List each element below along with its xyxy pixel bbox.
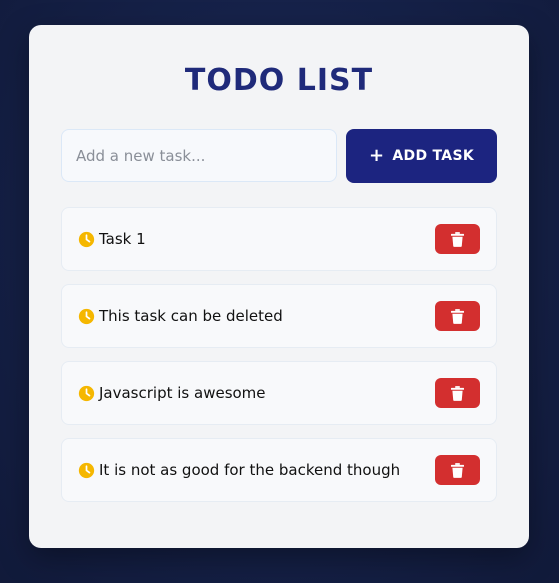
page-title: TODO LIST (184, 63, 374, 98)
trash-icon (451, 231, 464, 247)
task-item: Task 1 (61, 207, 497, 271)
trash-icon (451, 462, 464, 478)
trash-icon (451, 385, 464, 401)
delete-task-button[interactable] (435, 224, 480, 254)
task-list: Task 1 This task can be deleted Javascri… (61, 207, 497, 515)
new-task-input[interactable] (61, 129, 337, 182)
clock-icon (78, 308, 95, 325)
task-text: It is not as good for the backend though (99, 461, 401, 479)
add-task-button[interactable]: + ADD TASK (346, 129, 497, 183)
plus-icon: + (369, 145, 385, 166)
delete-task-button[interactable] (435, 301, 480, 331)
delete-task-button[interactable] (435, 378, 480, 408)
task-text: This task can be deleted (99, 307, 283, 325)
task-item: Javascript is awesome (61, 361, 497, 425)
trash-icon (451, 308, 464, 324)
task-text: Task 1 (99, 230, 146, 248)
clock-icon (78, 231, 95, 248)
task-item: It is not as good for the backend though (61, 438, 497, 502)
add-task-label: ADD TASK (392, 148, 474, 164)
clock-icon (78, 385, 95, 402)
todo-card: TODO LIST + ADD TASK Task 1 (29, 25, 529, 548)
task-item: This task can be deleted (61, 284, 497, 348)
delete-task-button[interactable] (435, 455, 480, 485)
clock-icon (78, 462, 95, 479)
task-text: Javascript is awesome (99, 384, 266, 402)
